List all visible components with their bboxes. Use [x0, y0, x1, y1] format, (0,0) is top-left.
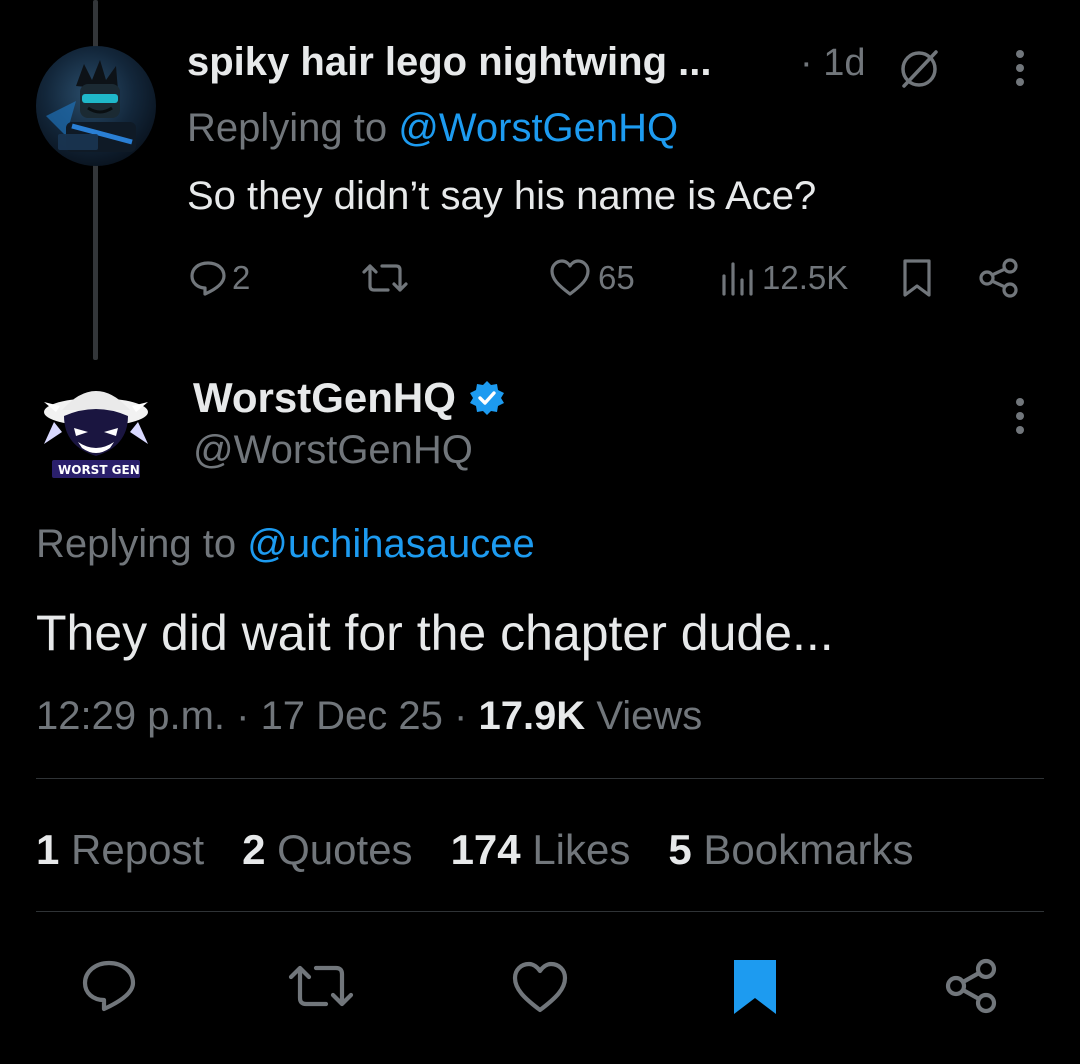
quotes-count: 2 [242, 826, 266, 873]
replying-to-label: Replying to [187, 106, 399, 150]
reply-icon [80, 958, 138, 1014]
reposts-count: 1 [36, 826, 60, 873]
verified-badge-icon[interactable] [468, 379, 506, 417]
meta-separator: · [442, 694, 479, 738]
muted-icon [898, 48, 940, 90]
like-action[interactable]: 65 [548, 252, 635, 304]
bookmark-icon [900, 257, 934, 299]
meta-separator: · [225, 694, 261, 738]
bookmark-button[interactable] [730, 958, 780, 1016]
engagement-stats: 1 Repost 2 Quotes 174 Likes 5 Bookmarks [36, 826, 913, 874]
bookmarks-label: Bookmarks [703, 826, 914, 873]
author-display-name[interactable]: WorstGenHQ [193, 374, 456, 422]
bookmarks-count: 5 [668, 826, 692, 873]
reposts-stat[interactable]: 1 Repost [36, 826, 204, 874]
quotes-label: Quotes [277, 826, 413, 873]
reply-count: 2 [232, 259, 251, 296]
reply-action[interactable]: 2 [188, 252, 250, 304]
parent-replying-to: Replying to @WorstGenHQ [187, 106, 678, 151]
replying-to-handle-link[interactable]: @WorstGenHQ [398, 106, 678, 150]
share-button[interactable] [942, 956, 1002, 1016]
tweet-date[interactable]: 17 Dec 25 [261, 694, 443, 738]
repost-icon [360, 258, 410, 298]
divider [36, 911, 1044, 912]
likes-label: Likes [532, 826, 631, 873]
like-button[interactable] [510, 960, 570, 1014]
views-icon [718, 258, 758, 298]
more-icon[interactable] [1010, 48, 1030, 88]
share-action[interactable] [976, 252, 1022, 304]
repost-icon [286, 960, 356, 1012]
like-icon [510, 960, 570, 1014]
share-icon [976, 257, 1022, 299]
parent-timestamp[interactable]: · 1d [800, 42, 865, 85]
views-action[interactable]: 12.5K [718, 252, 848, 304]
tweet-time[interactable]: 12:29 p.m. [36, 694, 225, 738]
main-replying-to: Replying to @uchihasaucee [36, 522, 535, 567]
more-icon[interactable] [1010, 396, 1030, 436]
reposts-label: Repost [71, 826, 205, 873]
avatar-logo-text: WORST GEN [58, 463, 140, 477]
parent-display-name[interactable]: spiky hair lego nightwing ... [187, 40, 712, 85]
reply-button[interactable] [80, 958, 138, 1014]
bookmark-icon [730, 958, 780, 1016]
like-count: 65 [598, 259, 635, 296]
views-count: 12.5K [762, 259, 849, 296]
reply-icon [188, 258, 228, 298]
replying-to-handle-link[interactable]: @uchihasaucee [247, 522, 534, 566]
likes-stat[interactable]: 174 Likes [451, 826, 631, 874]
divider [36, 778, 1044, 779]
lego-nightwing-avatar-icon [46, 60, 136, 152]
bookmark-action[interactable] [900, 252, 934, 304]
like-icon [548, 258, 592, 298]
avatar[interactable]: WORST GEN [34, 372, 158, 496]
share-icon [942, 956, 1002, 1016]
author-handle[interactable]: @WorstGenHQ [193, 428, 473, 473]
avatar[interactable] [36, 46, 156, 166]
author-name-row: WorstGenHQ [193, 374, 506, 422]
main-tweet-text: They did wait for the chapter dude... [36, 605, 834, 661]
repost-button[interactable] [286, 960, 356, 1012]
replying-to-label: Replying to [36, 522, 248, 566]
parent-tweet-text: So they didn’t say his name is Ace? [187, 174, 817, 218]
worst-gen-logo-icon: WORST GEN [44, 391, 148, 478]
repost-action[interactable] [360, 252, 410, 304]
bookmarks-stat[interactable]: 5 Bookmarks [668, 826, 913, 874]
quotes-stat[interactable]: 2 Quotes [242, 826, 412, 874]
likes-count: 174 [450, 826, 521, 873]
tweet-metadata: 12:29 p.m. · 17 Dec 25 · 17.9K Views [36, 694, 702, 739]
views-label: Views [585, 694, 703, 738]
views-count: 17.9K [478, 694, 586, 738]
